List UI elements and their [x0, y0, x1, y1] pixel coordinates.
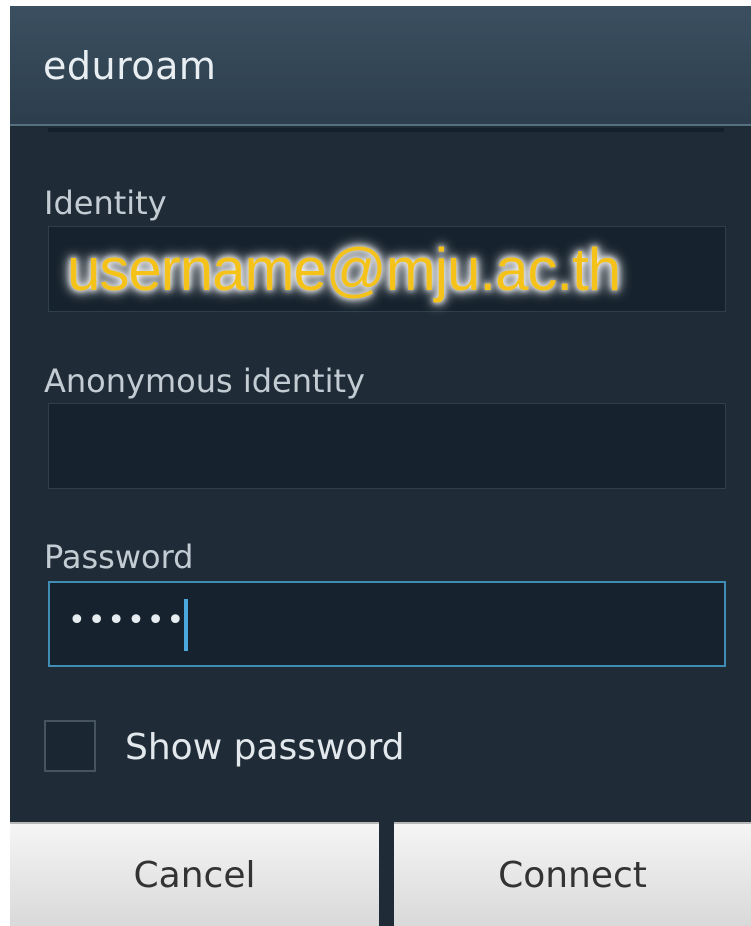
password-field[interactable]: ••••••: [48, 581, 726, 667]
show-password-checkbox[interactable]: [44, 720, 96, 772]
text-cursor: [184, 599, 188, 651]
anonymous-identity-label: Anonymous identity: [44, 362, 365, 400]
cancel-button[interactable]: Cancel: [10, 822, 379, 926]
identity-value: username@mju.ac.th: [67, 236, 621, 303]
password-masked-value: ••••••: [68, 603, 187, 638]
scroll-edge-divider: [48, 128, 724, 132]
wifi-connect-dialog: eduroam Identity username@mju.ac.th Anon…: [10, 6, 751, 926]
button-divider: [379, 822, 394, 926]
identity-label: Identity: [44, 184, 167, 222]
connect-button-label: Connect: [498, 854, 647, 896]
network-name-title: eduroam: [43, 44, 217, 88]
cancel-button-label: Cancel: [133, 854, 256, 896]
show-password-label[interactable]: Show password: [125, 727, 405, 768]
connect-button[interactable]: Connect: [394, 822, 751, 926]
dialog-title-bar: eduroam: [10, 6, 751, 126]
identity-field[interactable]: username@mju.ac.th: [48, 226, 726, 312]
anonymous-identity-field[interactable]: [48, 403, 726, 489]
password-label: Password: [44, 538, 194, 576]
